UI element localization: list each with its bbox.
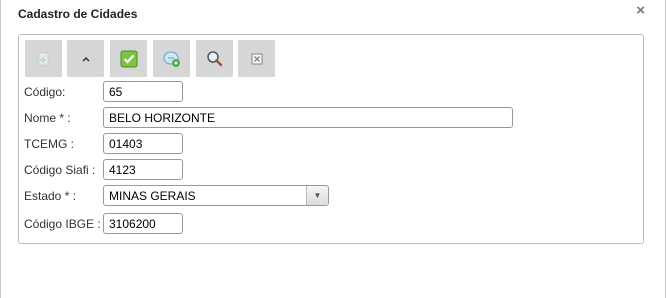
close-icon[interactable]: × — [636, 2, 645, 19]
chevron-up-icon — [81, 56, 90, 62]
tcemg-label: TCEMG : — [24, 137, 74, 151]
add-button[interactable] — [25, 40, 62, 77]
estado-select[interactable]: MINAS GERAIS ▼ — [103, 185, 329, 206]
nome-label: Nome * : — [24, 111, 71, 125]
search-button[interactable] — [196, 40, 233, 77]
dialog-title: Cadastro de Cidades — [18, 7, 138, 21]
estado-selected-value: MINAS GERAIS — [109, 188, 196, 203]
refresh-button[interactable] — [153, 40, 190, 77]
ibge-label: Código IBGE : — [24, 217, 101, 231]
siafi-field[interactable]: 4123 — [103, 159, 183, 180]
siafi-label: Código Siafi : — [24, 163, 96, 177]
tcemg-field[interactable]: 01403 — [103, 133, 183, 154]
refresh-icon — [163, 51, 180, 67]
nome-field[interactable]: BELO HORIZONTE — [103, 107, 513, 128]
cancel-button[interactable] — [238, 40, 275, 77]
plus-doc-icon — [38, 52, 48, 65]
collapse-button[interactable] — [67, 40, 104, 77]
dialog-window: Cadastro de Cidades × Código: 65 Nome * … — [0, 0, 666, 298]
dropdown-arrow-icon[interactable]: ▼ — [306, 186, 328, 205]
check-icon — [120, 50, 137, 67]
close-box-icon — [251, 53, 262, 64]
codigo-label: Código: — [24, 85, 66, 99]
save-button[interactable] — [110, 40, 147, 77]
search-icon — [206, 50, 222, 66]
ibge-field[interactable]: 3106200 — [103, 213, 183, 234]
estado-label: Estado * : — [24, 189, 77, 203]
form-panel: Código: 65 Nome * : BELO HORIZONTE TCEMG… — [18, 34, 644, 244]
codigo-field[interactable]: 65 — [103, 81, 183, 102]
